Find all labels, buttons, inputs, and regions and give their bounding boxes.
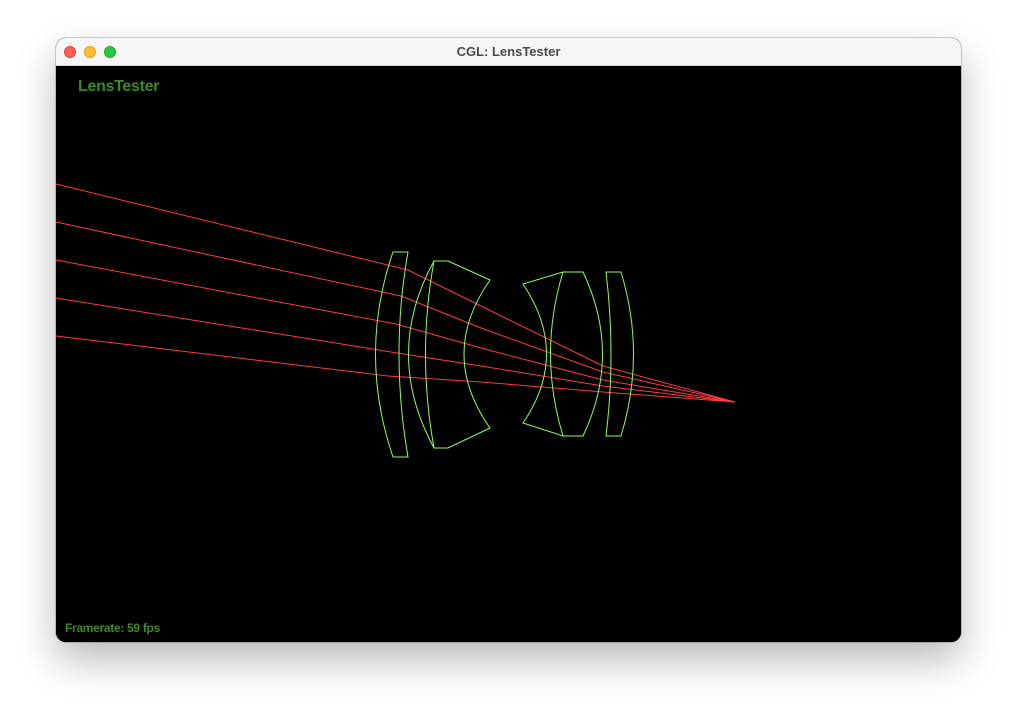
app-label: LensTester	[78, 78, 160, 95]
ray	[56, 259, 736, 403]
lens-element	[563, 271, 603, 437]
framerate-readout: Framerate: 59 fps	[65, 621, 160, 635]
window-title: CGL: LensTester	[456, 44, 561, 59]
render-canvas[interactable]: LensTester Framerate: 59 fps	[56, 66, 961, 642]
lens-element	[605, 271, 634, 437]
app-window: CGL: LensTester LensTester Framerate: 59…	[56, 38, 961, 642]
lens-scene	[56, 183, 736, 458]
title-bar[interactable]: CGL: LensTester	[56, 38, 961, 66]
lens-element	[408, 260, 491, 449]
lens-element	[522, 271, 564, 437]
lens-element	[375, 251, 409, 458]
lens-element	[425, 260, 435, 449]
